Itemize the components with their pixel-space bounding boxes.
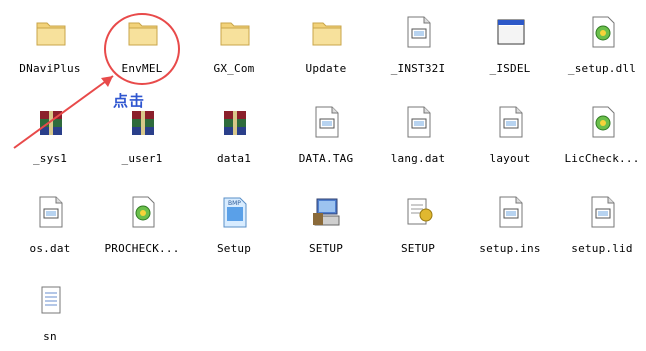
folder-icon	[219, 15, 251, 49]
file-label: setup.lid	[571, 242, 633, 255]
file-icon	[403, 105, 435, 139]
file-label: GX_Com	[213, 62, 255, 75]
file-label: data1	[216, 152, 252, 165]
file-label: os.dat	[29, 242, 71, 255]
folder-icon	[35, 15, 67, 49]
exe-window-icon	[495, 15, 527, 49]
file-grid: DNaviPlus EnvMEL GX_Com Update _INST32I …	[0, 0, 646, 351]
file-label: setup.ins	[479, 242, 541, 255]
dll-icon	[587, 105, 619, 139]
file-label: _INST32I	[390, 62, 446, 75]
file-label: PROCHECK...	[104, 242, 180, 255]
file-icon	[403, 15, 435, 49]
file-icon	[35, 195, 67, 229]
file-label: sn	[43, 330, 57, 343]
file-icon	[587, 195, 619, 229]
text-file-icon	[35, 283, 67, 317]
file-icon	[311, 105, 343, 139]
file-label: Setup	[216, 242, 252, 255]
folder-icon	[311, 15, 343, 49]
file-label: LicCheck...	[564, 152, 640, 165]
dll-icon	[127, 195, 159, 229]
setup-computer-icon	[311, 195, 343, 229]
file-label: SETUP	[400, 242, 436, 255]
annotation-circle	[104, 13, 180, 85]
archive-icon	[35, 105, 67, 139]
annotation-label: 点击	[113, 92, 146, 110]
file-icon	[495, 105, 527, 139]
file-label: layout	[489, 152, 531, 165]
bmp-icon: BMP	[219, 195, 251, 229]
file-icon	[495, 195, 527, 229]
file-label: _ISDEL	[489, 62, 531, 75]
file-label: DNaviPlus	[19, 62, 81, 75]
setup-notepad-icon	[403, 195, 435, 229]
file-label: _setup.dll	[567, 62, 637, 75]
svg-text:BMP: BMP	[228, 200, 241, 207]
file-label: SETUP	[308, 242, 344, 255]
file-label: Update	[305, 62, 347, 75]
file-label: _sys1	[32, 152, 68, 165]
archive-icon	[219, 105, 251, 139]
dll-icon	[587, 15, 619, 49]
file-label: _user1	[121, 152, 163, 165]
file-label: DATA.TAG	[298, 152, 354, 165]
file-label: lang.dat	[390, 152, 446, 165]
